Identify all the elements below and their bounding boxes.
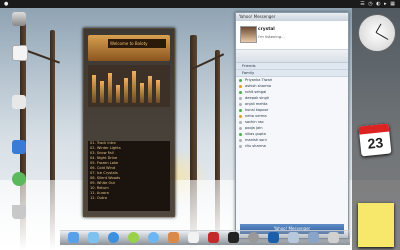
contact-name: ashish sharma [245, 84, 272, 88]
playlist[interactable]: 01. Track Intro 02. Winter Lights 03. Sn… [88, 141, 170, 211]
playlist-item[interactable]: 12. Outro [88, 196, 170, 201]
trash-icon[interactable] [12, 205, 26, 219]
eq-bar[interactable] [116, 85, 120, 103]
track-title: Welcome to Boloty [108, 39, 166, 48]
acrobat-icon[interactable] [208, 232, 219, 243]
menu-bar: ● ☰ ◷ ◐ ▸ ▦ [0, 0, 400, 8]
status-dot [239, 126, 242, 130]
preferences-icon[interactable] [248, 232, 259, 243]
toolbar[interactable] [236, 50, 348, 63]
status-dot [239, 90, 242, 94]
equalizer[interactable] [88, 65, 170, 107]
document-icon[interactable] [12, 95, 26, 109]
menu-extras: ☰ ◷ ◐ ▸ ▦ [360, 1, 396, 7]
media-player-window[interactable]: Welcome to Boloty 01. Track Intro 02. Wi… [83, 28, 175, 217]
application-icon[interactable] [12, 140, 26, 154]
contact-name: rohit sehgal [245, 90, 267, 94]
folder-icon[interactable] [288, 232, 299, 243]
eq-bar[interactable] [108, 73, 112, 103]
contact-name: Priyanka Tiwari [245, 78, 273, 82]
finder-icon[interactable] [68, 232, 79, 243]
eq-bar[interactable] [148, 76, 152, 103]
downloads-icon[interactable] [308, 232, 319, 243]
terminal-icon[interactable] [228, 232, 239, 243]
status-dot [239, 120, 242, 124]
status-message[interactable]: i'm listening... [258, 34, 285, 39]
contact-group[interactable]: Family [236, 70, 348, 77]
status-dot [239, 108, 242, 112]
contact-name: pooja jain [245, 126, 263, 130]
dashboard-widgets: 23 [352, 8, 400, 250]
status-dot [239, 144, 242, 148]
calendar-widget[interactable]: 23 [358, 123, 392, 157]
contact-name: anjali mehta [245, 102, 268, 106]
player-header: Welcome to Boloty [88, 35, 170, 61]
dock [60, 230, 350, 245]
contact-name: deepak singh [245, 96, 270, 100]
photoshop-icon[interactable] [268, 232, 279, 243]
contact-name: ritu sharma [245, 144, 266, 148]
eq-bar[interactable] [140, 83, 144, 103]
profile-area: crystal i'm listening... [236, 21, 348, 50]
calendar-day: 23 [366, 134, 384, 152]
sticky-note-widget[interactable] [358, 203, 394, 247]
status-dot [239, 138, 242, 142]
home-folder-icon[interactable] [12, 45, 28, 61]
contact-name: kunal kapoor [245, 108, 269, 112]
calendar-grid [358, 78, 396, 108]
mail-icon[interactable] [88, 232, 99, 243]
status-dot [239, 84, 242, 88]
messenger-window[interactable]: Yahoo! Messenger crystal i'm listening..… [235, 12, 349, 239]
itunes-icon[interactable] [148, 232, 159, 243]
eq-bar[interactable] [132, 71, 136, 103]
contact-name: vikas gupta [245, 132, 266, 136]
status-dot [239, 78, 242, 82]
hard-drive-icon[interactable] [12, 12, 26, 26]
contact-group[interactable]: Friends [236, 63, 348, 70]
status-dot [239, 102, 242, 106]
trash-dock-icon[interactable] [328, 232, 339, 243]
calendar-icon[interactable] [188, 232, 199, 243]
safari-icon[interactable] [108, 232, 119, 243]
window-title: Yahoo! Messenger [236, 13, 348, 21]
minute-hand [375, 32, 389, 40]
iphoto-icon[interactable] [168, 232, 179, 243]
contact-name: neha verma [245, 114, 267, 118]
status-dot [239, 114, 242, 118]
contact-name: sachin rao [245, 120, 264, 124]
eq-bar[interactable] [124, 78, 128, 103]
eq-bar[interactable] [156, 80, 160, 103]
eq-bar[interactable] [92, 75, 96, 103]
avatar[interactable] [240, 26, 257, 43]
contact[interactable]: ritu sharma [236, 143, 348, 149]
eq-bar[interactable] [100, 81, 104, 103]
status-dot [239, 96, 242, 100]
contact-name: manish soni [245, 138, 267, 142]
apple-icon[interactable]: ● [4, 0, 8, 8]
status-dot [239, 132, 242, 136]
clock-widget[interactable] [358, 14, 396, 52]
user-name: crystal [258, 27, 275, 32]
dashboard-icon[interactable] [12, 172, 26, 186]
ichat-icon[interactable] [128, 232, 139, 243]
